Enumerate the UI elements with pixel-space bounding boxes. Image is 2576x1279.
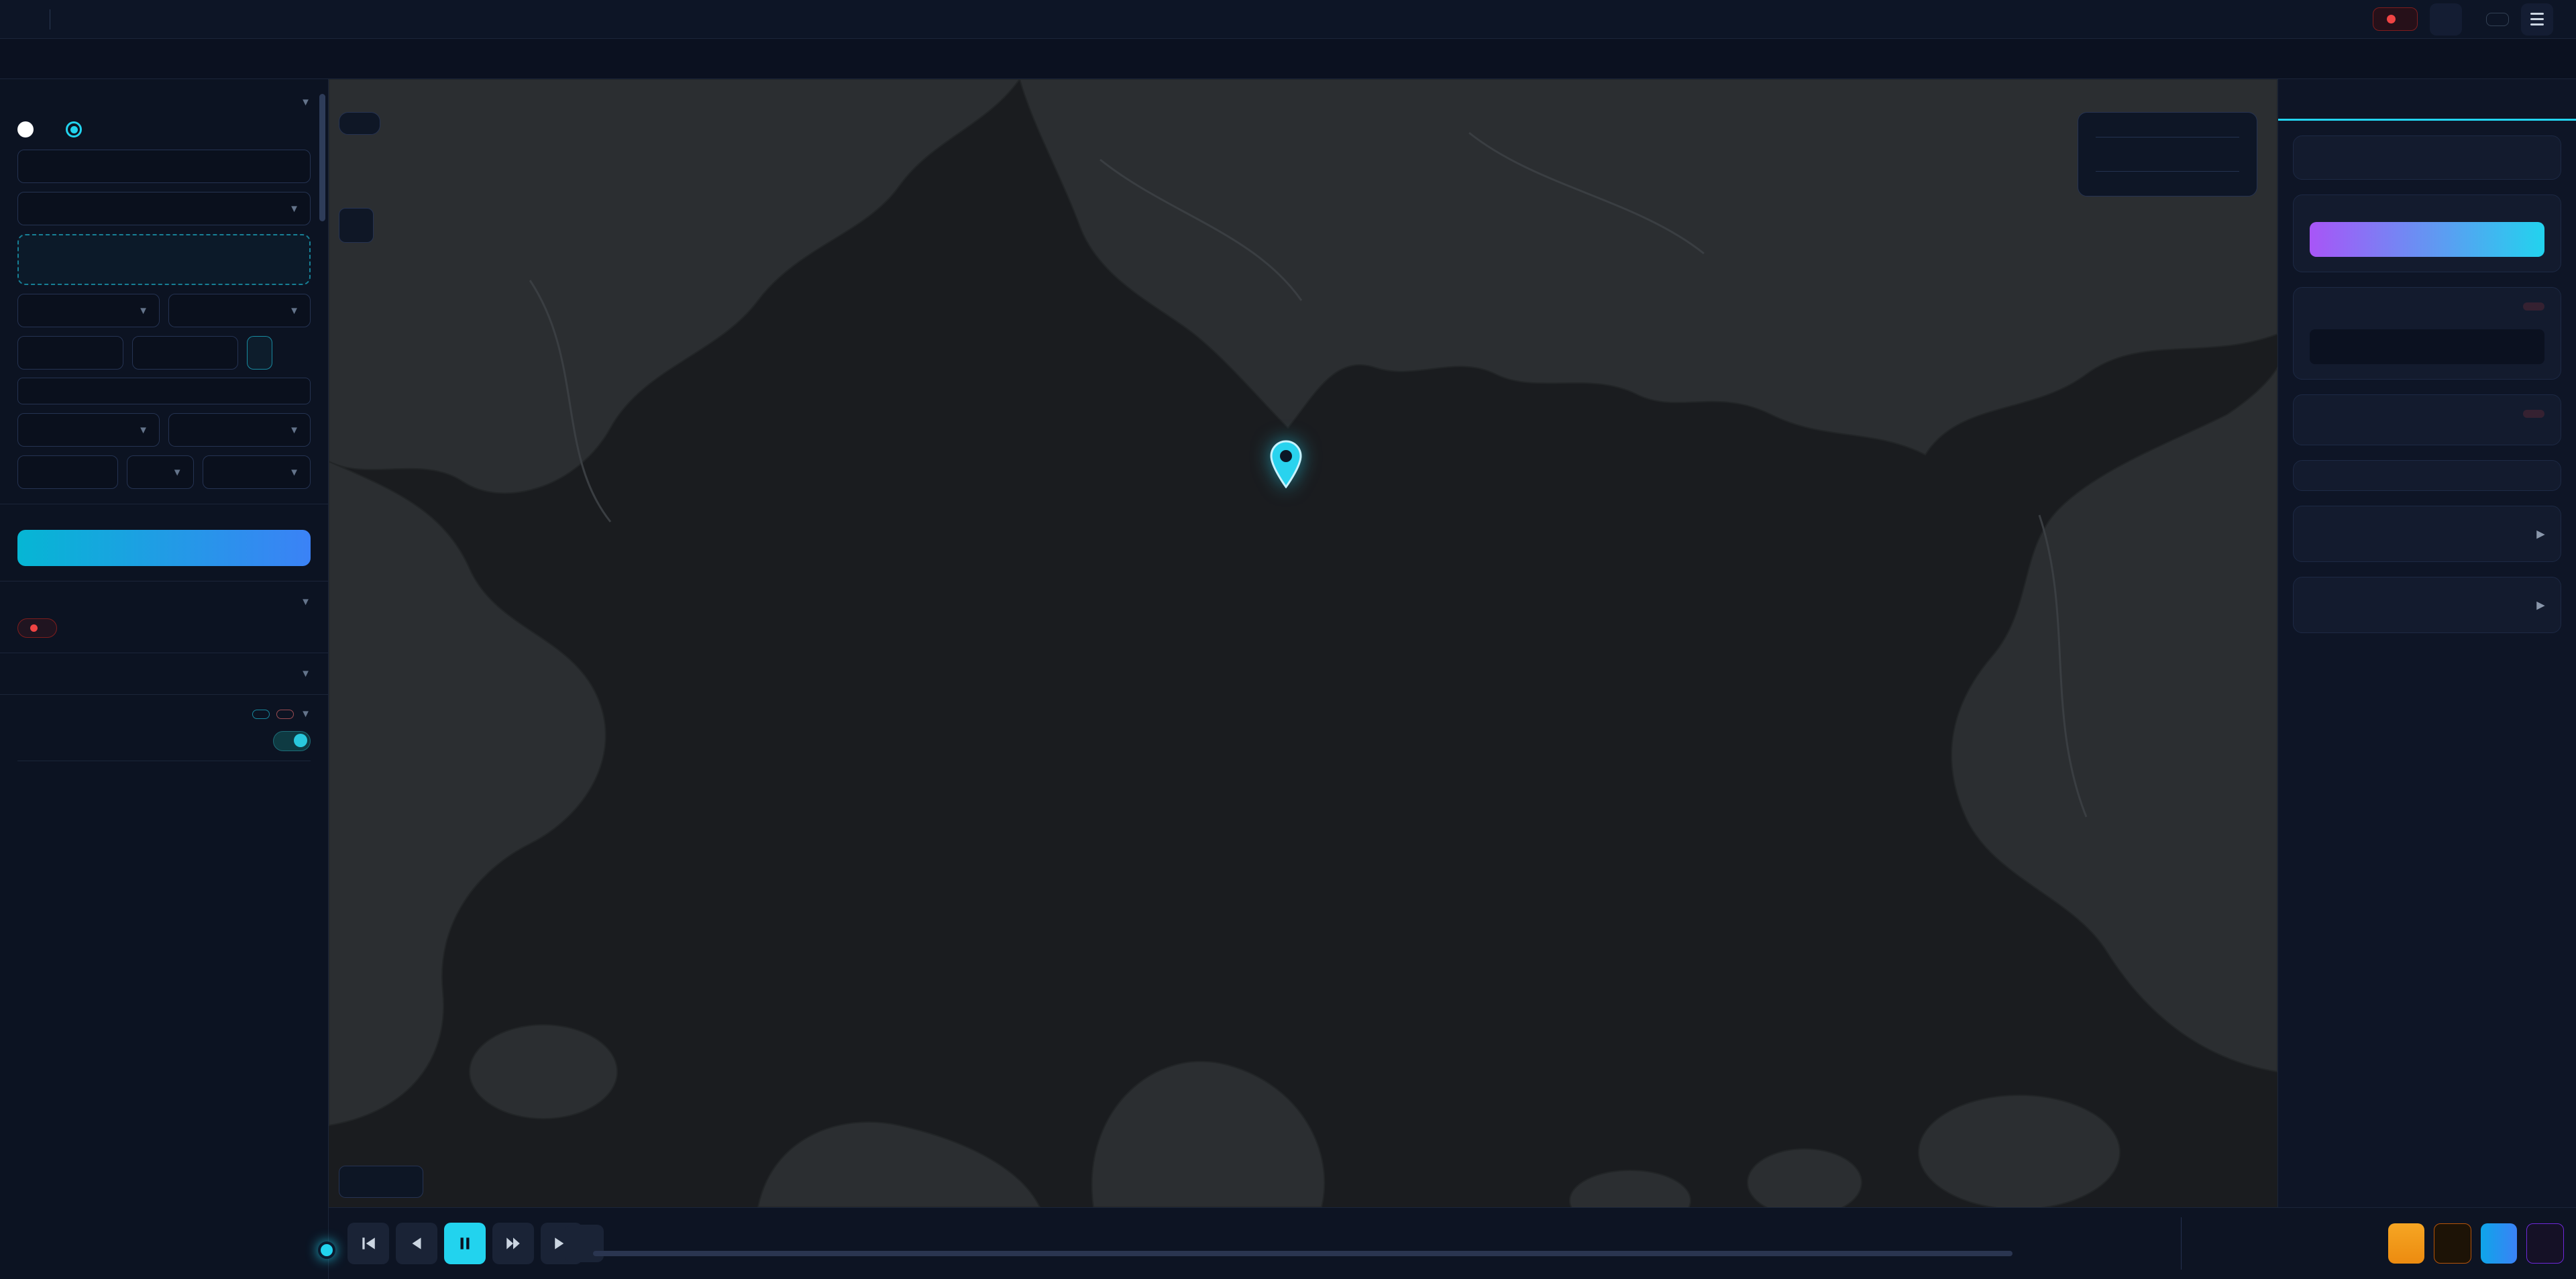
right-sidebar: ▶ ▶ (2277, 79, 2576, 1207)
chevron-down-icon: ▼ (301, 708, 311, 720)
pick-on-map-button[interactable] (247, 336, 272, 370)
nav-right (2373, 3, 2553, 36)
radio-direct-input[interactable] (17, 121, 42, 137)
chevron-down-icon: ▼ (301, 97, 311, 108)
display-control-card (2293, 135, 2561, 180)
polygon-analysis-button[interactable] (2310, 222, 2544, 257)
divider (2181, 1217, 2182, 1270)
longitude-input[interactable] (132, 336, 238, 370)
chevron-down-icon: ▼ (289, 203, 299, 215)
timeline-playhead[interactable] (318, 1241, 335, 1259)
coordinate-dms-display (17, 378, 311, 404)
save-button[interactable] (2388, 1223, 2424, 1264)
sensitive-section-header[interactable]: ▼ (17, 668, 311, 679)
timeline-actions (2388, 1223, 2564, 1264)
spill-type-select[interactable]: ▼ (17, 413, 160, 447)
predict-section-header[interactable]: ▼ (17, 97, 311, 108)
chevron-down-icon: ▼ (301, 668, 311, 679)
layers-all-off-button[interactable] (276, 710, 294, 719)
weather-widget (339, 112, 380, 135)
divider (2096, 171, 2239, 172)
chevron-right-icon: ▶ (2536, 599, 2544, 611)
latitude-input[interactable] (17, 336, 123, 370)
timeline-track[interactable] (329, 1208, 2576, 1279)
chevron-right-icon: ▶ (2536, 528, 2544, 540)
forecast-summary-card (2293, 394, 2561, 445)
pollution-analysis-card (2293, 194, 2561, 272)
radio-circle-icon (66, 121, 82, 137)
duration-select[interactable]: ▼ (203, 455, 311, 489)
incident-status-badge[interactable] (2373, 7, 2418, 31)
map-coordinate-bar (339, 1166, 423, 1198)
radio-circle-icon (17, 121, 34, 137)
legend-incident-row (2096, 148, 2239, 160)
master-layer-toggle[interactable] (273, 731, 311, 751)
amount-input[interactable] (17, 455, 118, 489)
legend-dot-icon (2096, 148, 2108, 160)
layers-all-on-button[interactable] (252, 710, 270, 719)
map-canvas[interactable] (329, 79, 2277, 1207)
oil-type-select[interactable]: ▼ (168, 413, 311, 447)
app-root: ▼ ▼ ▼ ▼ (0, 0, 2576, 1279)
hamburger-icon (2530, 13, 2544, 15)
timeline-bar (329, 1207, 2576, 1279)
danger-badge (2523, 410, 2544, 418)
divider (0, 694, 328, 695)
layers-section-header: ▼ (17, 708, 311, 720)
image-upload-dropzone[interactable] (17, 234, 311, 285)
recenter-incident-button[interactable] (339, 208, 374, 243)
incident-pin[interactable] (1267, 440, 1305, 492)
input-mode-radios (17, 121, 311, 137)
tab-bar (0, 39, 2576, 79)
incident-name-input[interactable] (17, 150, 311, 183)
run-prediction-button[interactable] (17, 530, 311, 566)
top-nav (0, 0, 2576, 39)
expected-time-select[interactable]: ▼ (168, 294, 311, 327)
status-dot-icon (2387, 15, 2396, 23)
incident-select[interactable]: ▼ (17, 192, 311, 225)
chevron-down-icon: ▼ (301, 596, 311, 608)
pollution-status-card (2293, 287, 2561, 380)
sidebar-scrollbar[interactable] (319, 94, 325, 221)
map-svg (329, 79, 2277, 1207)
menu-button[interactable] (2521, 3, 2553, 36)
master-layer-row (17, 731, 311, 751)
danger-badge (2523, 302, 2544, 311)
left-sidebar: ▼ ▼ ▼ ▼ (0, 79, 329, 1279)
unit-select[interactable]: ▼ (127, 455, 194, 489)
weathering-card (2293, 460, 2561, 491)
backtrack-button[interactable] (2526, 1223, 2564, 1264)
notifications-button[interactable] (2430, 3, 2462, 36)
timeline-track-base[interactable] (593, 1251, 2012, 1256)
analysis-summary-tab[interactable] (2278, 79, 2576, 121)
radio-image-upload[interactable] (66, 121, 90, 137)
vessel-spec-card[interactable]: ▶ (2293, 506, 2561, 562)
map-legend (2078, 112, 2257, 197)
incident-section-header[interactable]: ▼ (17, 596, 311, 608)
report-button[interactable] (2481, 1223, 2517, 1264)
recalculate-button[interactable] (2434, 1223, 2471, 1264)
company-select[interactable]: ▼ (17, 294, 160, 327)
logout-button[interactable] (2486, 13, 2509, 26)
in-progress-badge (17, 618, 57, 638)
pollution-area-metric (2310, 329, 2544, 364)
owner-insurance-card[interactable]: ▶ (2293, 577, 2561, 633)
